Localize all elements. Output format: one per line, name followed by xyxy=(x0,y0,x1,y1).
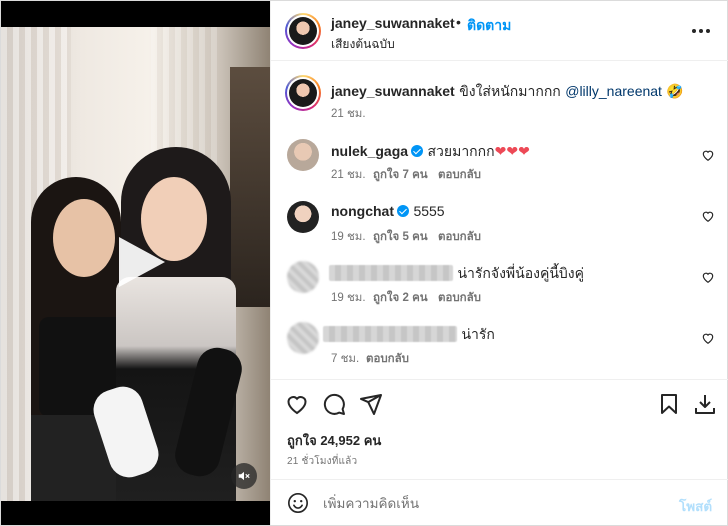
comments-list: janey_suwannaket ขิงใส่หนักมากกก @lilly_… xyxy=(271,61,728,379)
comment-username-blurred[interactable] xyxy=(323,326,457,342)
author-username[interactable]: janey_suwannaket xyxy=(331,15,455,31)
comment-username[interactable]: nulek_gaga xyxy=(331,143,408,159)
commenter-avatar-blurred[interactable] xyxy=(287,261,319,293)
comment-icon[interactable] xyxy=(322,392,346,416)
mute-icon xyxy=(238,471,250,481)
comment-like-count[interactable]: ถูกใจ 2 คน xyxy=(373,289,428,307)
mute-button[interactable] xyxy=(231,463,257,489)
comment-username-blurred[interactable] xyxy=(329,265,453,281)
comment-like-count[interactable]: ถูกใจ 5 คน xyxy=(373,228,428,246)
caption-time[interactable]: 21 ชม. xyxy=(331,105,366,123)
post-side-panel: janey_suwannaket • ติดตาม เสียงต้นฉบับ j… xyxy=(270,1,728,525)
share-icon[interactable] xyxy=(359,392,383,416)
comment-username[interactable]: nongchat xyxy=(331,203,394,219)
background-window xyxy=(230,67,270,307)
comment-time[interactable]: 7 ชม. xyxy=(331,350,359,368)
emoji-icon[interactable] xyxy=(287,492,309,514)
comment-text: 5555 xyxy=(413,203,445,219)
play-icon[interactable] xyxy=(109,231,171,293)
post-comment-button[interactable]: โพสต์ xyxy=(679,495,712,517)
reply-button[interactable]: ตอบกลับ xyxy=(438,289,481,307)
separator-dot: • xyxy=(456,14,461,30)
like-heart-icon[interactable] xyxy=(285,392,309,416)
comment-time[interactable]: 21 ชม. xyxy=(331,166,366,184)
add-comment-bar: โพสต์ xyxy=(271,479,728,525)
caption-username[interactable]: janey_suwannaket xyxy=(331,83,455,99)
verified-icon xyxy=(411,145,424,157)
caption-mention[interactable]: @lilly_nareenat xyxy=(565,83,662,99)
like-comment-heart-icon[interactable] xyxy=(701,209,715,223)
reply-button[interactable]: ตอบกลับ xyxy=(438,228,481,246)
comment-like-count[interactable]: ถูกใจ 7 คน xyxy=(373,166,428,184)
post-header: janey_suwannaket • ติดตาม เสียงต้นฉบับ xyxy=(271,1,728,61)
comment-text: น่ารัก xyxy=(461,326,495,342)
author-avatar[interactable] xyxy=(285,13,321,49)
save-bookmark-icon[interactable] xyxy=(657,392,681,416)
comment-row: น่ารักจังพี่น้องคู่นี้บิงคู่ xyxy=(329,263,584,285)
commenter-avatar[interactable] xyxy=(287,139,319,171)
post-media[interactable] xyxy=(1,1,270,525)
like-count[interactable]: ถูกใจ 24,952 คน xyxy=(287,430,381,451)
comment-hearts: ❤❤❤ xyxy=(494,143,530,159)
reply-button[interactable]: ตอบกลับ xyxy=(366,350,409,368)
comment-time[interactable]: 19 ชม. xyxy=(331,289,366,307)
comment-time[interactable]: 19 ชม. xyxy=(331,228,366,246)
audio-link[interactable]: เสียงต้นฉบับ xyxy=(331,35,395,54)
caption-avatar[interactable] xyxy=(285,75,321,111)
like-comment-heart-icon[interactable] xyxy=(701,270,715,284)
comment-row: nongchat 5555 xyxy=(331,203,445,221)
like-comment-heart-icon[interactable] xyxy=(701,148,715,162)
comment-row: nulek_gaga สวยมากกก❤❤❤ xyxy=(331,141,530,163)
caption: janey_suwannaket ขิงใส่หนักมากกก @lilly_… xyxy=(331,81,684,103)
comment-text: น่ารักจังพี่น้องคู่นี้บิงคู่ xyxy=(457,265,584,281)
commenter-avatar-blurred[interactable] xyxy=(287,322,319,354)
comment-text: สวยมากกก xyxy=(427,143,495,159)
comment-row: น่ารัก xyxy=(323,324,495,346)
post-actions: ถูกใจ 24,952 คน 21 ชั่วโมงที่แล้ว xyxy=(271,379,728,479)
like-comment-heart-icon[interactable] xyxy=(701,331,715,345)
verified-icon xyxy=(397,205,409,217)
more-options-icon[interactable] xyxy=(691,21,711,41)
caption-emoji: 🤣 xyxy=(666,83,684,99)
caption-text: ขิงใส่หนักมากกก xyxy=(459,83,561,99)
reply-button[interactable]: ตอบกลับ xyxy=(438,166,481,184)
follow-button[interactable]: ติดตาม xyxy=(467,15,511,37)
post-timestamp[interactable]: 21 ชั่วโมงที่แล้ว xyxy=(287,454,357,469)
comment-input[interactable] xyxy=(323,490,663,516)
download-icon[interactable] xyxy=(693,392,717,416)
person-left-face xyxy=(53,199,115,277)
commenter-avatar[interactable] xyxy=(287,201,319,233)
